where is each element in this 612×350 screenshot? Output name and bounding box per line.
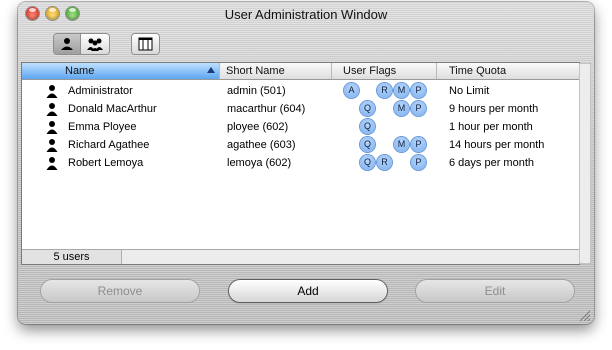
single-user-icon (61, 38, 73, 50)
table-row[interactable]: Richard Agathee agathee (603) Q M P 14 hours … (22, 136, 579, 154)
user-flag-badge: R (377, 155, 392, 170)
title-bar[interactable]: User Administration Window (18, 2, 594, 26)
table-header: Name Short Name User Flags Time Quota (22, 63, 579, 80)
user-short-name: macarthur (604) (227, 103, 306, 115)
users-table[interactable]: Name Short Name User Flags Time Quota Ad… (22, 63, 579, 264)
user-short-name: agathee (603) (227, 139, 296, 151)
user-icon (46, 85, 58, 98)
columns-icon (138, 37, 153, 51)
sort-ascending-icon (207, 67, 215, 73)
user-admin-window: User Administration Window Name Short Na… (18, 2, 594, 324)
user-count: 5 users (22, 250, 122, 264)
user-short-name: ployee (602) (227, 121, 289, 133)
user-time-quota: 9 hours per month (449, 103, 539, 115)
user-icon (46, 121, 58, 134)
user-time-quota: 6 days per month (449, 157, 534, 169)
user-flag-badge: M (394, 137, 409, 152)
status-bar: 5 users (22, 249, 579, 264)
add-button[interactable]: Add (229, 280, 387, 302)
user-flag-badge: Q (360, 155, 375, 170)
user-icon (46, 157, 58, 170)
user-short-name: admin (501) (227, 85, 286, 97)
group-users-icon (87, 38, 103, 51)
user-name: Donald MacArthur (68, 103, 157, 115)
remove-button[interactable]: Remove (41, 280, 199, 302)
table-row[interactable]: Donald MacArthur macarthur (604) Q M P 9 hour… (22, 100, 579, 118)
user-name: Robert Lemoya (68, 157, 144, 169)
window-title: User Administration Window (224, 7, 388, 22)
user-flag-badge: P (411, 83, 426, 98)
user-name: Richard Agathee (68, 139, 150, 151)
user-flag-badge: P (411, 101, 426, 116)
vertical-scrollbar[interactable] (579, 63, 591, 264)
user-name: Administrator (68, 85, 133, 97)
table-body: Administrator admin (501) A R M P No Limit Dona… (22, 82, 579, 172)
user-time-quota: 14 hours per month (449, 139, 545, 151)
columns-button[interactable] (132, 34, 159, 54)
resize-grip-icon[interactable] (578, 309, 590, 321)
table-row[interactable]: Robert Lemoya lemoya (602) Q R P 6 days per m… (22, 154, 579, 172)
user-flag-badge: M (394, 83, 409, 98)
user-icon (46, 139, 58, 152)
user-name: Emma Ployee (68, 121, 137, 133)
user-flag-badge: Q (360, 101, 375, 116)
user-icon (46, 103, 58, 116)
table-row[interactable]: Administrator admin (501) A R M P No Limit (22, 82, 579, 100)
user-short-name: lemoya (602) (227, 157, 292, 169)
column-header-name[interactable]: Name (22, 63, 220, 79)
column-header-time-quota[interactable]: Time Quota (437, 63, 579, 79)
user-time-quota: 1 hour per month (449, 121, 533, 133)
column-header-user-flags[interactable]: User Flags (332, 63, 437, 79)
user-flag-badge: P (411, 137, 426, 152)
single-user-view-button[interactable] (54, 34, 80, 54)
column-header-short-name[interactable]: Short Name (220, 63, 332, 79)
user-flag-badge: A (344, 83, 359, 98)
user-flag-badge: Q (360, 137, 375, 152)
group-view-button[interactable] (81, 34, 109, 54)
user-time-quota: No Limit (449, 85, 490, 97)
user-flag-badge: P (411, 155, 426, 170)
user-flag-badge: M (394, 101, 409, 116)
edit-button[interactable]: Edit (416, 280, 574, 302)
table-row[interactable]: Emma Ployee ployee (602) Q 1 hour per month (22, 118, 579, 136)
user-flag-badge: Q (360, 119, 375, 134)
user-flag-badge: R (377, 83, 392, 98)
